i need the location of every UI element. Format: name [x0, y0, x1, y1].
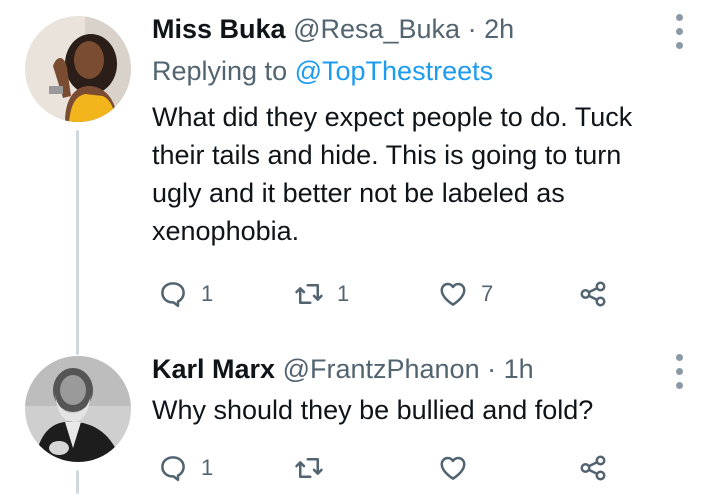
- replying-mention-link[interactable]: @TopThestreets: [295, 56, 494, 86]
- user-handle[interactable]: @FrantzPhanon: [283, 354, 480, 384]
- replying-prefix: Replying to: [152, 56, 288, 86]
- retweet-count: 1: [337, 281, 350, 306]
- tweet-text-line: xenophobia.: [152, 216, 300, 246]
- timestamp[interactable]: 2h: [484, 14, 514, 44]
- share-icon: [580, 281, 606, 307]
- heart-icon: [440, 456, 466, 480]
- tweet-miss-buka[interactable]: Miss Buka @Resa_Buka · 2h Replying to @T…: [0, 0, 720, 355]
- tweet-karl-marx[interactable]: Karl Marx @FrantzPhanon · 1h Why should …: [0, 340, 720, 494]
- more-options-icon[interactable]: [668, 12, 692, 52]
- like-button[interactable]: 7: [438, 276, 493, 312]
- retweet-button[interactable]: [294, 450, 337, 486]
- heart-icon: [440, 282, 466, 306]
- avatar-miss-buka[interactable]: [25, 16, 131, 122]
- like-button[interactable]: [438, 450, 481, 486]
- tweet-header: Karl Marx @FrantzPhanon · 1h: [152, 352, 534, 386]
- reply-button[interactable]: 1: [158, 450, 213, 486]
- tweet-header: Miss Buka @Resa_Buka · 2h: [152, 12, 514, 46]
- tweet-text-line: What did they expect people to do. Tuck: [152, 102, 633, 132]
- tweet-text: What did they expect people to do. Tuck …: [152, 98, 632, 250]
- avatar-photo: [25, 356, 131, 462]
- reply-button[interactable]: 1: [158, 276, 213, 312]
- share-icon: [580, 455, 606, 481]
- more-options-icon[interactable]: [668, 352, 692, 392]
- retweet-icon: [295, 284, 323, 304]
- retweet-icon: [295, 458, 323, 478]
- tweet-text: Why should they be bullied and fold?: [152, 391, 593, 429]
- separator-dot: ·: [487, 354, 497, 384]
- avatar-photo: [25, 16, 131, 122]
- tweet-text-line: ugly and it better not be labeled as: [152, 178, 565, 208]
- user-handle[interactable]: @Resa_Buka: [293, 14, 460, 44]
- reply-icon: [161, 456, 185, 482]
- display-name[interactable]: Miss Buka: [152, 14, 286, 44]
- like-count: 7: [481, 281, 494, 306]
- reply-count: 1: [201, 455, 214, 480]
- retweet-button[interactable]: 1: [294, 276, 349, 312]
- share-button[interactable]: [578, 450, 608, 486]
- share-button[interactable]: [578, 276, 608, 312]
- thread-line: [76, 130, 79, 355]
- tweet-text-line: Why should they be bullied and fold?: [152, 395, 594, 425]
- display-name[interactable]: Karl Marx: [152, 354, 275, 384]
- separator-dot: ·: [467, 14, 477, 44]
- thread-line: [76, 470, 79, 494]
- avatar-karl-marx[interactable]: [25, 356, 131, 462]
- tweet-text-line: their tails and hide. This is going to t…: [152, 140, 622, 170]
- reply-icon: [161, 282, 185, 308]
- reply-count: 1: [201, 281, 214, 306]
- timestamp[interactable]: 1h: [504, 354, 534, 384]
- replying-to: Replying to @TopThestreets: [152, 54, 493, 88]
